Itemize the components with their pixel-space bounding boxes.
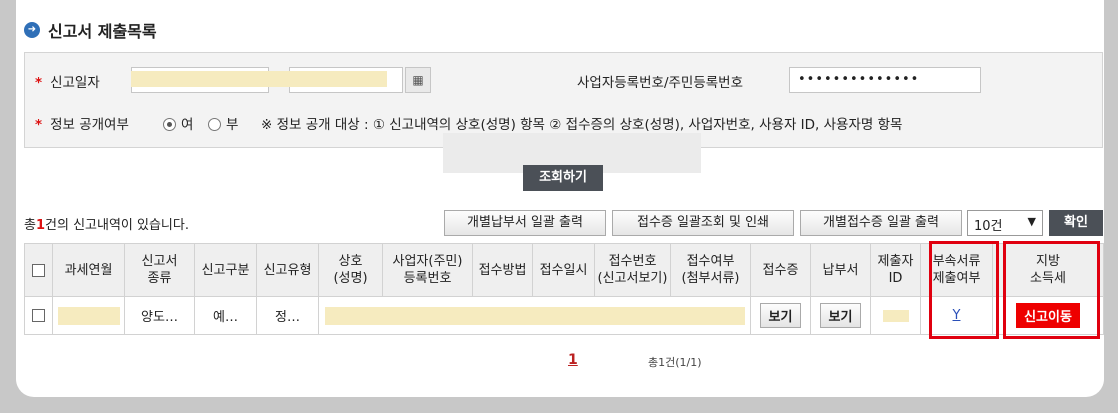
redacted-submitter [882,309,909,322]
result-count: 총1건의 신고내역이 있습니다. [24,218,189,233]
header-kind: 신고유형 [256,243,319,297]
header-datetime: 접수일시 [532,243,595,297]
highlight-local-tax [1003,241,1100,339]
header-payment: 납부서 [810,243,871,297]
radio-yes[interactable]: 여 [163,113,193,133]
print-tax-button[interactable]: 개별납부서 일괄 출력 [444,210,606,236]
header-status: 접수여부 (첨부서류) [670,243,751,297]
title-row: ➜ 신고서 제출목록 [24,18,157,42]
payment-view-button[interactable]: 보기 [819,303,862,328]
date-label: 신고일자 [50,75,100,91]
public-label-row: * 정보 공개여부 [35,113,129,133]
chevron-down-icon: ▼ [1027,215,1036,228]
select-all-checkbox[interactable] [32,263,45,277]
cell-receipt: 보기 [750,296,811,335]
cell-kind: 정… [256,296,319,335]
header-receipt-no: 접수번호 (신고서보기) [594,243,671,297]
highlight-attachment [929,241,999,339]
count-number: 1 [35,218,46,233]
redacted-details [324,306,745,325]
redacted-period [57,306,120,325]
receipt-all-button[interactable]: 접수증 일괄조회 및 인쇄 [612,210,794,236]
radio-no[interactable]: 부 [208,113,238,133]
arrow-right-icon: ➜ [24,22,40,38]
biz-number-input[interactable]: •••••••••••••• [789,67,981,93]
header-division: 신고구분 [194,243,257,297]
cell-redacted-block [318,296,751,335]
header-receipt: 접수증 [750,243,811,297]
radio-yes-label: 여 [181,117,194,133]
receipt-view-button[interactable]: 보기 [759,303,802,328]
cell-period [52,296,125,335]
radio-yes-control[interactable] [163,118,176,131]
calendar-icon[interactable]: ▦ [405,67,431,93]
public-note: ※ 정보 공개 대상 : ① 신고내역의 상호(성명) 항목 ② 접수증의 상호… [261,117,903,133]
header-reg-number: 사업자(주민) 등록번호 [382,243,473,297]
cell-submitter [870,296,921,335]
header-method: 접수방법 [472,243,533,297]
biz-label: 사업자등록번호/주민등록번호 [577,75,744,91]
required-mark: * [35,117,43,133]
header-period: 과세연월 [52,243,125,297]
confirm-button[interactable]: 확인 [1049,210,1103,236]
main-panel: ➜ 신고서 제출목록 * 신고일자 ▦ 사업자등록번호/주민등록번호 ••••••… [16,0,1104,397]
row-checkbox[interactable] [32,309,45,322]
receipt-print-button[interactable]: 개별접수증 일괄 출력 [800,210,962,236]
row-select-cell [24,296,53,335]
cell-payment: 보기 [810,296,871,335]
page-size-select[interactable]: 10건 ▼ [967,210,1043,236]
page-1-link[interactable]: 1 [568,352,578,368]
cell-form-type: 양도… [124,296,195,335]
radio-no-label: 부 [226,117,239,133]
search-button[interactable]: 조회하기 [523,165,603,191]
header-company: 상호 (성명) [318,243,383,297]
required-mark: * [35,75,43,91]
page-title: 신고서 제출목록 [48,22,157,41]
page-info: 총1건(1/1) [648,356,702,369]
cell-division: 예… [194,296,257,335]
date-redacted [131,71,387,87]
select-all-header [24,243,53,297]
date-label-row: * 신고일자 [35,71,100,91]
header-submitter: 제출자 ID [870,243,921,297]
radio-no-control[interactable] [208,118,221,131]
search-panel: * 신고일자 ▦ 사업자등록번호/주민등록번호 •••••••••••••• * 정… [24,52,1103,173]
header-form-type: 신고서 종류 [124,243,195,297]
public-label: 정보 공개여부 [50,117,129,133]
